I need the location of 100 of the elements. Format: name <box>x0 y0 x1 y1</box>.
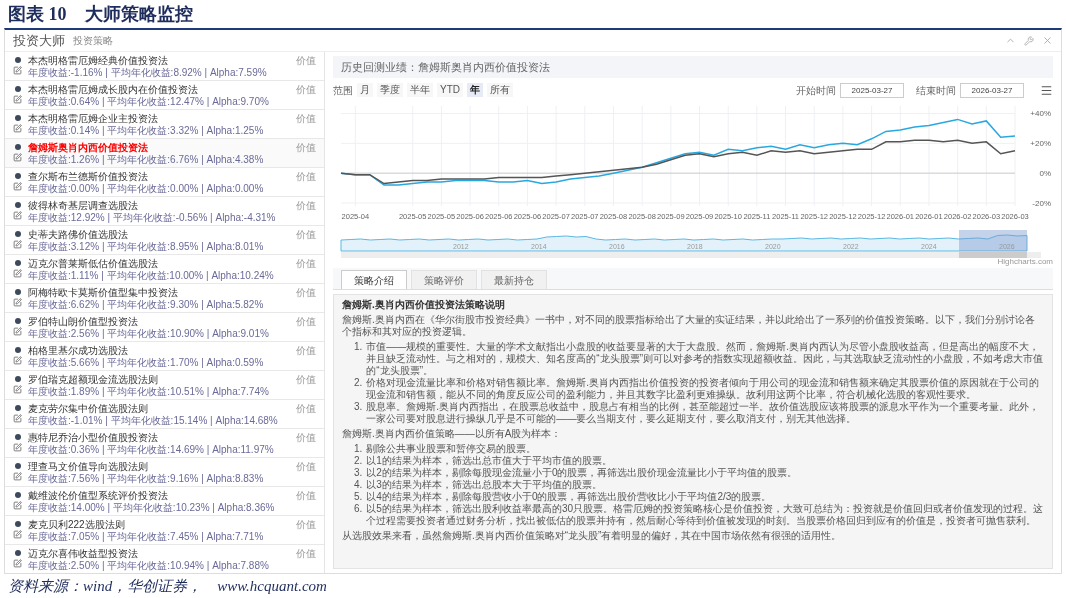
start-date-field[interactable]: 2025-03-27 <box>840 82 904 98</box>
strategy-stats: 年度收益:1.11% | 平均年化收益:10.00% | Alpha:10.24% <box>28 270 275 282</box>
tab[interactable]: 策略评价 <box>411 270 477 289</box>
strategy-stats: 年度收益:2.50% | 平均年化收益:10.94% | Alpha:7.88% <box>28 560 270 572</box>
list-text: 以5的结果为样本，筛选出股利收益率最高的30只股票。格雷厄姆的投资策略核心是价值投资，大致可总结为：投资就是价值回归或者价值发现的过程。这个过程需要投资者通过财务分析，找出被低估的股票并持有，然后耐心等待到价值被发现的时刻。当股票价格回归到应有的价值是，投资者可抛售获利。 <box>366 503 1044 527</box>
list-number: 2. <box>354 455 363 467</box>
strategy-stats: 年度收益:2.56% | 平均年化收益:10.90% | Alpha:9.01% <box>28 328 270 340</box>
strategy-tag: 价值 <box>296 519 316 541</box>
edit-icon[interactable] <box>13 501 22 510</box>
strategy-list-item[interactable]: 麦克劳尔集中价值选股法则 年度收益:-1.01% | 平均年化收益:15.14% | Alpha:14.68% 价值 <box>5 400 324 429</box>
strategy-name: 柏格里基尔成功选股法 <box>28 345 129 357</box>
strategy-stats: 年度收益:1.89% | 平均年化收益:10.51% | Alpha:7.74% <box>28 386 270 398</box>
bullet-icon <box>14 492 21 498</box>
strategy-tag: 价值 <box>296 432 316 454</box>
list-number: 3. <box>354 467 363 479</box>
range-button[interactable]: 季度 <box>377 83 403 97</box>
range-button[interactable]: 所有 <box>487 83 513 97</box>
strategy-list-item[interactable]: 柏格里基尔成功选股法 年度收益:5.66% | 平均年化收益:1.70% | Alpha:0.59% 价值 <box>5 342 324 371</box>
edit-icon[interactable] <box>13 269 22 278</box>
tab[interactable]: 最新持仓 <box>481 270 547 289</box>
y-tick-label: +20% <box>1030 139 1051 149</box>
strategy-tag: 价值 <box>296 113 316 135</box>
wrench-icon[interactable] <box>1024 35 1034 46</box>
edit-icon[interactable] <box>13 182 22 191</box>
strategy-list-item[interactable]: 戴维波伦价值型系统评价投资法 年度收益:14.00% | 平均年化收益:10.23% | Alpha:8.36% 价值 <box>5 487 324 516</box>
source-note: 资料来源：wind，华创证券， www.hcquant.com <box>8 576 327 596</box>
strategy-list-item[interactable]: 阿梅特欧卡莫斯价值型集中投资法 年度收益:6.62% | 平均年化收益:9.30% | Alpha:5.82% 价值 <box>5 284 324 313</box>
edit-icon[interactable] <box>13 414 22 423</box>
edit-icon[interactable] <box>13 153 22 162</box>
menu-icon[interactable] <box>1040 83 1053 97</box>
list-text: 以3的结果为样本，筛选出总股本大于平均值的股票。 <box>366 479 602 491</box>
strategy-tag: 价值 <box>296 374 316 396</box>
scrollbar-track[interactable] <box>341 252 1041 258</box>
strategy-stats: 年度收益:0.00% | 平均年化收益:0.00% | Alpha:0.00% <box>28 183 265 195</box>
scrollbar-thumb[interactable] <box>959 252 1027 258</box>
bullet-icon <box>14 318 21 324</box>
window-title: 投资大师 <box>13 31 65 50</box>
bullet-icon <box>14 550 21 556</box>
strategy-list-item[interactable]: 罗伯瑞克超额现金流选股法则 年度收益:1.89% | 平均年化收益:10.51% | Alpha:7.74% 价值 <box>5 371 324 400</box>
edit-icon[interactable] <box>13 66 22 75</box>
bullet-icon <box>14 463 21 469</box>
bullet-icon <box>14 260 21 266</box>
strategy-list-item[interactable]: 麦克贝利222选股法则 年度收益:7.05% | 平均年化收益:7.45% | Alpha:7.71% 价值 <box>5 516 324 545</box>
range-button[interactable]: 月 <box>357 83 373 97</box>
list-text: 以4的结果为样本，剔除每股营收小于0的股票，再筛选出股价营收比小于平均值2/3的股票。 <box>366 491 772 503</box>
strategy-stats: 年度收益:0.36% | 平均年化收益:14.69% | Alpha:11.97% <box>28 444 275 456</box>
strategy-list-item[interactable]: 迈克尔普莱斯低估价值选股法 年度收益:1.11% | 平均年化收益:10.00% | Alpha:10.24% 价值 <box>5 255 324 284</box>
edit-icon[interactable] <box>13 356 22 365</box>
strategy-tag: 价值 <box>296 287 316 309</box>
strategy-name: 理查马文价值导向选股法则 <box>28 461 149 473</box>
strategy-name: 阿梅特欧卡莫斯价值型集中投资法 <box>28 287 179 299</box>
y-tick-label: 0% <box>1039 169 1051 179</box>
strategy-list-item[interactable]: 史蒂夫路佛价值选股法 年度收益:3.12% | 平均年化收益:8.95% | Alpha:8.01% 价值 <box>5 226 324 255</box>
list-number: 4. <box>354 479 363 491</box>
edit-icon[interactable] <box>13 240 22 249</box>
edit-icon[interactable] <box>13 385 22 394</box>
strategy-name: 查尔斯布兰德斯价值投资法 <box>28 171 149 183</box>
strategy-tag: 价值 <box>296 229 316 251</box>
edit-icon[interactable] <box>13 95 22 104</box>
strategy-stats: 年度收益:7.56% | 平均年化收益:9.16% | Alpha:8.83% <box>28 473 265 485</box>
edit-icon[interactable] <box>13 298 22 307</box>
range-button[interactable]: 年 <box>467 83 483 97</box>
tab[interactable]: 策略介绍 <box>341 270 407 289</box>
chart-title: 历史回测业绩：詹姆斯奥肖内西价值投资法 <box>341 59 550 75</box>
strategy-list-item[interactable]: 理查马文价值导向选股法则 年度收益:7.56% | 平均年化收益:9.16% | Alpha:8.83% 价值 <box>5 458 324 487</box>
edit-icon[interactable] <box>13 472 22 481</box>
end-date-field[interactable]: 2026-03-27 <box>960 82 1024 98</box>
strategy-list-item[interactable]: 本杰明格雷厄姆企业主投资法 年度收益:0.14% | 平均年化收益:3.32% | Alpha:1.25% 价值 <box>5 110 324 139</box>
strategy-tag: 价值 <box>296 403 316 425</box>
list-number: 1. <box>354 341 363 354</box>
strategy-list-item[interactable]: 本杰明格雷厄姆成长股内在价值投资法 年度收益:0.64% | 平均年化收益:12.47% | Alpha:9.70% 价值 <box>5 81 324 110</box>
strategy-tag: 价值 <box>296 490 316 512</box>
strategy-stats: 年度收益:-1.16% | 平均年化收益:8.92% | Alpha:7.59% <box>28 67 268 79</box>
list-number: 5. <box>354 491 363 503</box>
strategy-tag: 价值 <box>296 142 316 164</box>
list-number: 3. <box>354 401 363 414</box>
start-date-label: 开始时间 <box>796 83 836 98</box>
bullet-icon <box>14 405 21 411</box>
strategy-list-item[interactable]: 彼得林奇基层调查选股法 年度收益:12.92% | 平均年化收益:-0.56% | Alpha:-4.31% 价值 <box>5 197 324 226</box>
edit-icon[interactable] <box>13 327 22 336</box>
range-button[interactable]: YTD <box>437 83 463 97</box>
strategy-list-item[interactable]: 查尔斯布兰德斯价值投资法 年度收益:0.00% | 平均年化收益:0.00% | Alpha:0.00% 价值 <box>5 168 324 197</box>
edit-icon[interactable] <box>13 443 22 452</box>
bullet-icon <box>14 86 21 92</box>
strategy-list-item[interactable]: 惠特尼乔治小型价值股投资法 年度收益:0.36% | 平均年化收益:14.69% | Alpha:11.97% 价值 <box>5 429 324 458</box>
range-label: 范围 <box>333 83 353 98</box>
strategy-name: 本杰明格雷厄姆企业主投资法 <box>28 113 159 125</box>
strategy-list-item[interactable]: 罗伯特山朗价值型投资法 年度收益:2.56% | 平均年化收益:10.90% | Alpha:9.01% 价值 <box>5 313 324 342</box>
strategy-list-item[interactable]: 詹姆斯奥肖内西价值投资法 年度收益:1.26% | 平均年化收益:6.76% | Alpha:4.38% 价值 <box>5 139 324 168</box>
edit-icon[interactable] <box>13 211 22 220</box>
edit-icon[interactable] <box>13 124 22 133</box>
strategy-tag: 价值 <box>296 55 316 77</box>
close-icon[interactable] <box>1042 35 1053 46</box>
edit-icon[interactable] <box>13 530 22 539</box>
edit-icon[interactable] <box>13 559 22 568</box>
list-number: 1. <box>354 443 363 455</box>
description-title: 詹姆斯.奥肖内西价值投资法策略说明 <box>342 299 506 311</box>
range-button[interactable]: 半年 <box>407 83 433 97</box>
strategy-list-item[interactable]: 本杰明格雷厄姆经典价值投资法 年度收益:-1.16% | 平均年化收益:8.92% | Alpha:7.59% 价值 <box>5 52 324 81</box>
bullet-icon <box>14 173 21 179</box>
